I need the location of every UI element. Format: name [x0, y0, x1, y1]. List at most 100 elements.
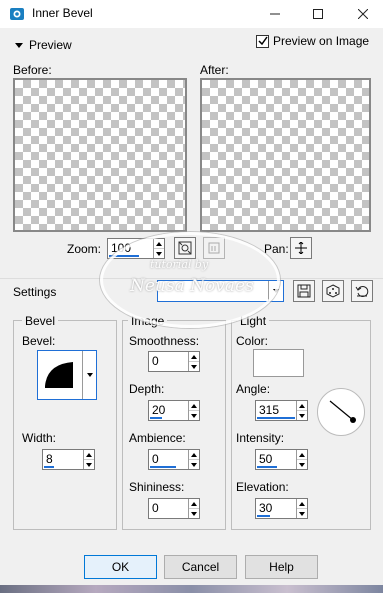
light-color-swatch[interactable]: [253, 349, 304, 377]
preset-dropdown[interactable]: [157, 280, 284, 302]
angle-down-arrow[interactable]: [297, 410, 307, 420]
bevel-label: Bevel:: [22, 334, 56, 348]
depth-up-arrow[interactable]: [189, 401, 199, 410]
zoom-value[interactable]: 100: [111, 241, 131, 255]
angle-needle-icon: [329, 400, 356, 423]
angle-value-bar: [257, 417, 295, 419]
smoothness-up-arrow[interactable]: [189, 352, 199, 361]
width-value-bar: [44, 466, 54, 468]
smoothness-label: Smoothness:: [129, 334, 200, 348]
divider: [0, 278, 383, 279]
elevation-spinner[interactable]: 30: [255, 498, 308, 519]
intensity-down-arrow[interactable]: [297, 459, 307, 469]
desktop-strip: [0, 585, 383, 593]
width-spinner[interactable]: 8: [42, 449, 95, 470]
zoom-fit-icon: [178, 241, 192, 255]
intensity-value-bar: [257, 466, 277, 468]
intensity-spinner[interactable]: 50: [255, 449, 308, 470]
zoom-actual-icon: [208, 242, 220, 254]
pan-label: Pan:: [264, 242, 289, 256]
elevation-value[interactable]: 30: [259, 501, 272, 515]
zoom-down-arrow[interactable]: [154, 248, 164, 258]
reset-icon: [355, 286, 369, 297]
minimize-button[interactable]: [257, 0, 293, 28]
before-preview[interactable]: [13, 78, 187, 232]
shininess-spinner[interactable]: 0: [148, 498, 200, 519]
cancel-button[interactable]: Cancel: [164, 555, 237, 579]
intensity-up-arrow[interactable]: [297, 450, 307, 459]
angle-spinner[interactable]: 315: [255, 400, 308, 421]
width-up-arrow[interactable]: [84, 450, 94, 459]
depth-down-arrow[interactable]: [189, 410, 199, 420]
ambience-up-arrow[interactable]: [189, 450, 199, 459]
ambience-value-bar: [150, 466, 176, 468]
zoom-up-arrow[interactable]: [154, 239, 164, 248]
checkbox-box[interactable]: [256, 34, 269, 48]
after-label: After:: [200, 63, 229, 77]
bevel-shape-dropdown-arrow[interactable]: [82, 351, 96, 399]
pan-button[interactable]: [290, 237, 312, 259]
light-color-label: Color:: [236, 334, 269, 348]
angle-up-arrow[interactable]: [297, 401, 307, 410]
depth-value-bar: [150, 417, 162, 419]
preview-label: Preview: [29, 38, 72, 52]
elevation-value-bar: [257, 515, 270, 517]
ambience-value[interactable]: 0: [152, 452, 159, 466]
width-label: Width:: [22, 431, 57, 445]
help-button[interactable]: Help: [245, 555, 318, 579]
dice-icon: [326, 284, 340, 298]
angle-value[interactable]: 315: [259, 403, 279, 417]
close-button[interactable]: [345, 0, 381, 28]
elevation-label: Elevation:: [236, 480, 289, 494]
floppy-disk-icon: [297, 284, 311, 298]
after-preview[interactable]: [200, 78, 371, 232]
depth-label: Depth:: [129, 382, 165, 396]
elevation-up-arrow[interactable]: [297, 499, 307, 508]
zoom-actual-button[interactable]: [203, 237, 225, 259]
app-icon: [9, 6, 25, 22]
collapse-arrow-icon: [15, 42, 23, 48]
ambience-spinner[interactable]: 0: [148, 449, 200, 470]
smoothness-value[interactable]: 0: [152, 354, 159, 368]
shininess-up-arrow[interactable]: [189, 499, 199, 508]
width-value[interactable]: 8: [46, 452, 53, 466]
checkmark-icon: [257, 36, 268, 46]
zoom-spinner[interactable]: 100: [107, 238, 165, 259]
save-preset-button[interactable]: [293, 280, 315, 302]
preview-toggle[interactable]: Preview: [15, 38, 72, 52]
ambience-down-arrow[interactable]: [189, 459, 199, 469]
ambience-label: Ambience:: [129, 431, 186, 445]
image-group-title: Image: [128, 314, 168, 328]
bevel-group-title: Bevel: [22, 314, 59, 328]
smoothness-spinner[interactable]: 0: [148, 351, 200, 372]
bevel-shape-preview: [38, 351, 82, 399]
settings-label: Settings: [13, 285, 57, 299]
depth-spinner[interactable]: 20: [148, 400, 200, 421]
zoom-fit-button[interactable]: [174, 237, 196, 259]
light-group-title: Light: [237, 314, 270, 328]
title-bar: Inner Bevel: [0, 0, 383, 28]
elevation-down-arrow[interactable]: [297, 508, 307, 518]
shininess-value[interactable]: 0: [152, 501, 159, 515]
reset-button[interactable]: [351, 280, 373, 302]
zoom-value-bar: [109, 255, 139, 257]
depth-value[interactable]: 20: [152, 403, 165, 417]
zoom-label: Zoom:: [67, 242, 102, 256]
before-label: Before:: [13, 63, 52, 77]
angle-dial[interactable]: [317, 388, 365, 436]
window-title: Inner Bevel: [32, 6, 93, 20]
preview-on-image-label: Preview on Image: [273, 34, 370, 48]
intensity-label: Intensity:: [236, 431, 285, 445]
shininess-down-arrow[interactable]: [189, 508, 199, 518]
angle-label: Angle:: [236, 382, 271, 396]
intensity-value[interactable]: 50: [259, 452, 272, 466]
maximize-button[interactable]: [300, 0, 336, 28]
randomize-button[interactable]: [322, 280, 344, 302]
pan-crosshair-icon: [295, 242, 307, 254]
bevel-shape-picker[interactable]: [37, 350, 97, 400]
ok-button[interactable]: OK: [84, 555, 157, 579]
smoothness-down-arrow[interactable]: [189, 361, 199, 371]
width-down-arrow[interactable]: [84, 459, 94, 469]
preset-dropdown-arrow[interactable]: [268, 281, 283, 301]
preview-on-image-checkbox[interactable]: Preview on Image: [256, 34, 369, 48]
